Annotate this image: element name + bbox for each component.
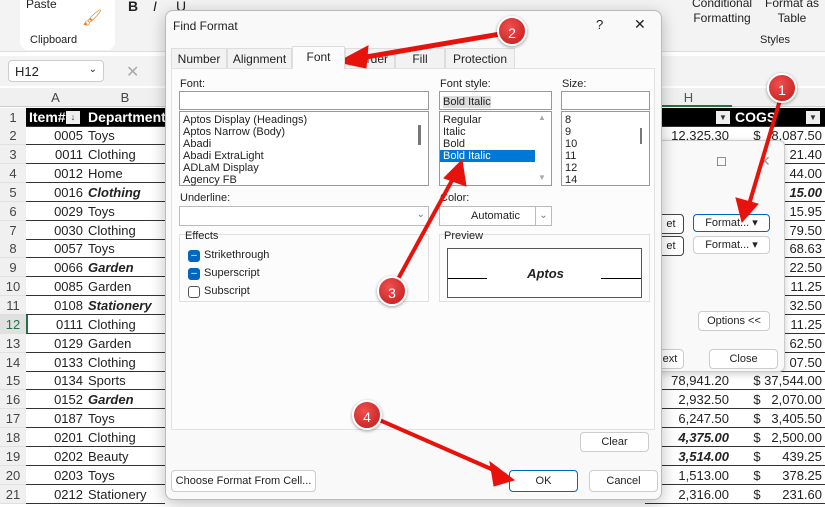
arrow-head-4 — [489, 460, 516, 487]
annotation-badge-4: 4 — [352, 400, 382, 430]
arrow-2 — [357, 29, 515, 61]
arrow-3 — [390, 173, 457, 292]
annotation-badge-2: 2 — [497, 16, 527, 46]
annotation-badge-3: 3 — [377, 276, 407, 306]
annotation-badge-1: 1 — [767, 73, 797, 103]
arrow-4 — [366, 413, 507, 477]
arrow-head-3 — [443, 158, 467, 187]
annotation-arrows — [336, 29, 785, 487]
arrow-head-1 — [735, 197, 759, 224]
tab-font[interactable]: Font — [292, 46, 345, 69]
arrow-1 — [746, 88, 785, 210]
